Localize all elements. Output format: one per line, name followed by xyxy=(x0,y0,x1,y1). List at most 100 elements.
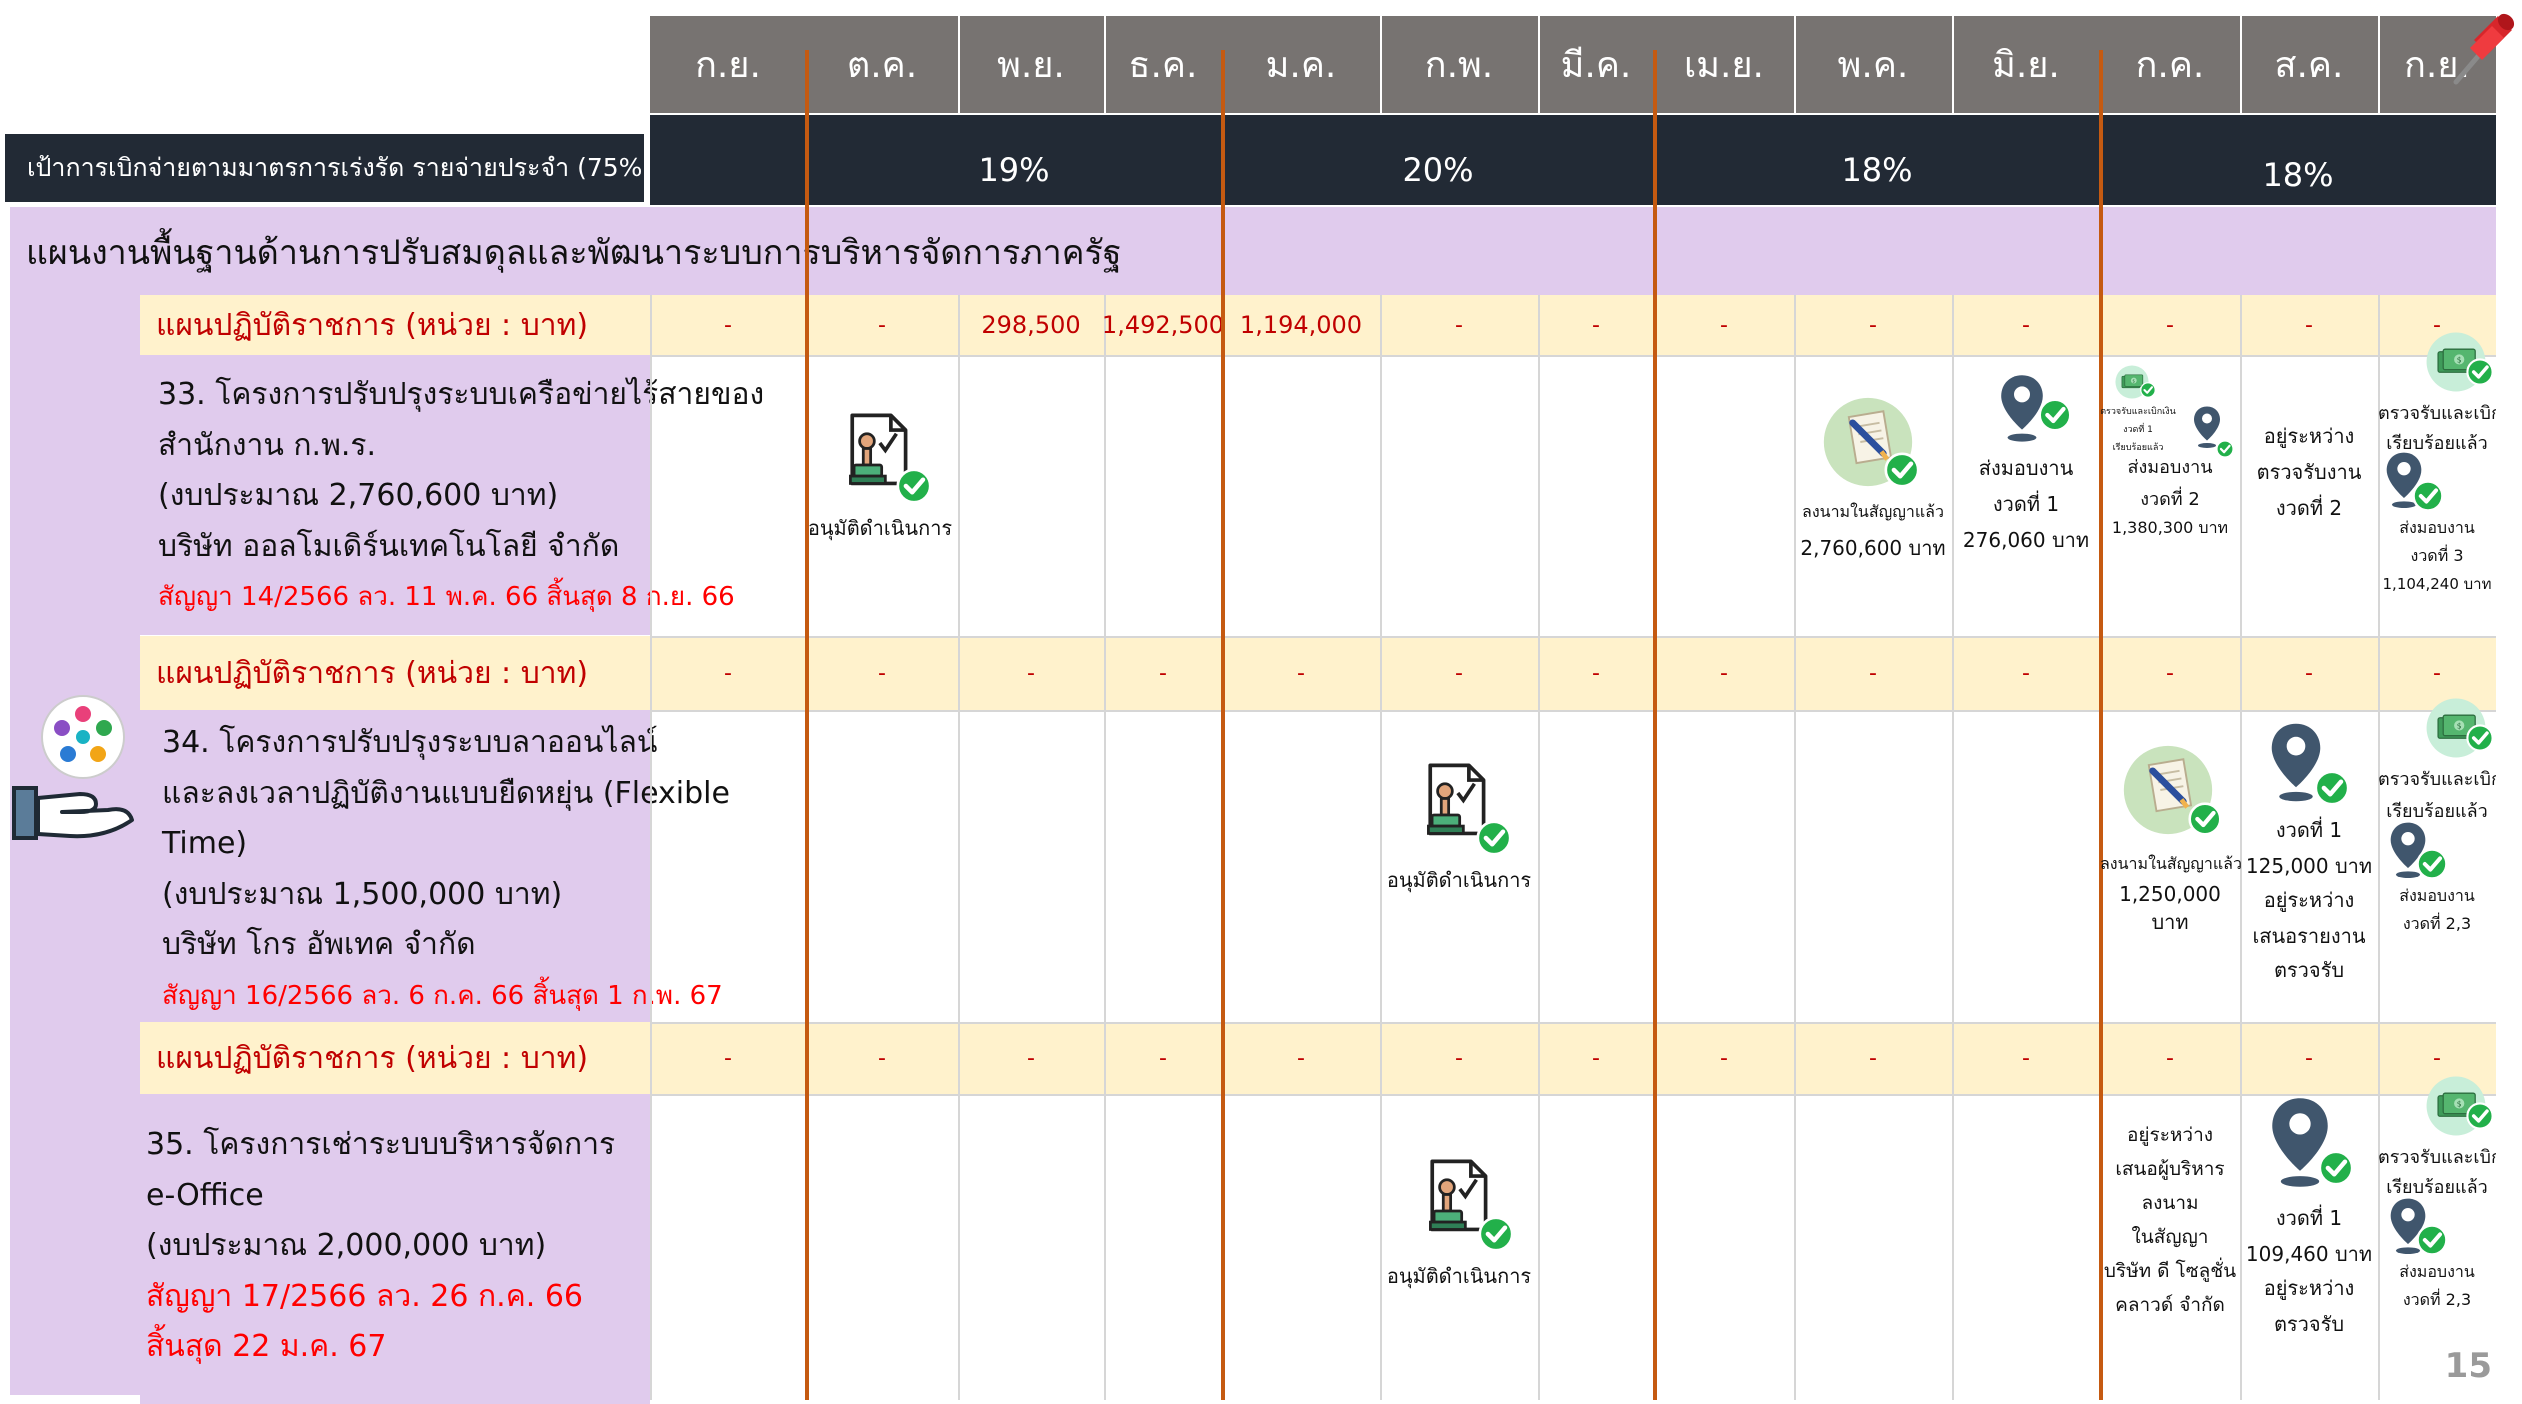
month-header-aug: ส.ค. xyxy=(2274,45,2344,86)
plan-value-cell: - xyxy=(1869,1045,1877,1071)
month-header-dec: ธ.ค. xyxy=(1128,45,1198,86)
plan-value-cell: - xyxy=(1592,1045,1600,1071)
plan-value-cell: 1,492,500 xyxy=(1101,311,1225,339)
p34-sign-b: 1,250,000 บาท xyxy=(2119,882,2221,934)
project-34-line5: บริษัท โกร อัพเทค จำกัด xyxy=(162,927,476,962)
plan-value-cell: - xyxy=(878,1045,886,1071)
plan-value-cell: - xyxy=(1159,660,1167,686)
project-35-line2: e-Office xyxy=(146,1177,264,1213)
project-34-line3: Time) xyxy=(162,826,248,861)
check-icon xyxy=(1478,1216,1514,1252)
plan-value-cell: - xyxy=(1592,660,1600,686)
p33-d1-b: งวดที่ 1 xyxy=(1992,492,2060,516)
p34-d-a: ส่งมอบงาน xyxy=(2399,886,2475,905)
plan-value-cell: - xyxy=(2166,660,2174,686)
hand-icon xyxy=(12,786,134,840)
project-33-contract: สัญญา 14/2566 ลว. 11 พ.ค. 66 สิ้นสุด 8 ก… xyxy=(158,582,735,612)
month-header-jun: มิ.ย. xyxy=(1992,45,2060,86)
plan-value-cell: - xyxy=(1027,1045,1035,1071)
project-35-line1: 35. โครงการเช่าระบบบริหารจัดการ xyxy=(146,1127,616,1162)
project-33-line3: (งบประมาณ 2,760,600 บาท) xyxy=(158,478,559,513)
plan-value-cell: - xyxy=(2022,312,2030,338)
check-icon xyxy=(2466,358,2494,386)
p35-jul-d: ในสัญญา xyxy=(2131,1226,2209,1248)
plan-value-cell: 298,500 xyxy=(981,311,1081,339)
project-34-line1: 34. โครงการปรับปรุงระบบลาออนไลน์ xyxy=(162,725,658,760)
p35-paid-a: ตรวจรับและเบิกเงิน xyxy=(2378,1147,2496,1168)
check-icon xyxy=(2318,1150,2354,1186)
check-icon xyxy=(2188,802,2222,836)
p33-insp-b: ตรวจรับงาน xyxy=(2256,460,2362,484)
month-header-feb: ก.พ. xyxy=(1424,45,1494,86)
quarter-line-q1 xyxy=(805,50,809,1400)
check-icon xyxy=(896,468,932,504)
quarter-line-q3 xyxy=(1653,50,1657,1400)
plan-row-2-label: แผนปฏิบัติราชการ (หน่วย : บาท) xyxy=(156,655,589,691)
p33-d1-c: 276,060 บาท xyxy=(1962,528,2090,552)
p34-aug-b: 125,000 บาท xyxy=(2245,854,2373,878)
plan-value-cell: - xyxy=(724,660,732,686)
section-title: แผนงานพื้นฐานด้านการปรับสมดุลและพัฒนาระบ… xyxy=(26,233,1122,273)
target-q1: 19% xyxy=(978,151,1050,189)
p34-aug-c: อยู่ระหว่าง xyxy=(2263,888,2355,912)
p35-jul-f: คลาวด์ จำกัด xyxy=(2115,1294,2225,1316)
p33-d3-a: ส่งมอบงาน xyxy=(2399,518,2475,537)
p33-paid-a: ตรวจรับและเบิกเงิน xyxy=(2378,403,2496,424)
check-icon xyxy=(2314,770,2350,806)
plan-value-cell: - xyxy=(724,312,732,338)
month-header-sep: ก.ย. xyxy=(695,45,761,86)
month-header-apr: เม.ย. xyxy=(1683,45,1764,86)
plan-value-cell: - xyxy=(2166,1045,2174,1071)
p34-d-b: งวดที่ 2,3 xyxy=(2402,914,2472,933)
check-icon xyxy=(2412,480,2444,512)
project-33-line1: 33. โครงการปรับปรุงระบบเครือข่ายไร้สายขอ… xyxy=(158,377,765,412)
plan-value-cell: - xyxy=(1720,1045,1728,1071)
quarter-line-q2 xyxy=(1221,50,1225,1400)
plan-value-cell: - xyxy=(1869,660,1877,686)
month-header-may: พ.ค. xyxy=(1837,45,1909,86)
p35-aug-b: 109,460 บาท xyxy=(2245,1242,2373,1266)
plan-value-cell: - xyxy=(1455,1045,1463,1071)
plan-value-cell: - xyxy=(2305,312,2313,338)
project-33-line2: สำนักงาน ก.พ.ร. xyxy=(158,427,377,463)
p33-paid-small-b: งวดที่ 1 xyxy=(2123,425,2153,435)
plan-value-cell: - xyxy=(878,312,886,338)
project-34-line2: และลงเวลาปฏิบัติงานแบบยืดหยุ่น (Flexible xyxy=(162,775,730,811)
plan-row-3-label: แผนปฏิบัติราชการ (หน่วย : บาท) xyxy=(156,1040,589,1076)
p34-sign-a: ลงนามในสัญญาแล้ว xyxy=(2100,854,2242,873)
p33-d1-a: ส่งมอบงาน xyxy=(1978,456,2074,480)
people-network-icon xyxy=(41,695,125,779)
p34-paid-a: ตรวจรับและเบิกเงิน xyxy=(2378,769,2496,790)
p33-d3-b: งวดที่ 3 xyxy=(2410,546,2464,565)
p33-sign-b: 2,760,600 บาท xyxy=(1800,536,1946,560)
plan-row-1-label: แผนปฏิบัติราชการ (หน่วย : บาท) xyxy=(156,307,589,343)
p35-aug-c: อยู่ระหว่าง xyxy=(2263,1276,2355,1300)
target-label: เป้าการเบิกจ่ายตามมาตรการเร่งรัด รายจ่าย… xyxy=(27,153,653,182)
p35-d-b: งวดที่ 2,3 xyxy=(2402,1290,2472,1309)
grid-column-line xyxy=(650,295,652,1400)
plan-value-cell: - xyxy=(2166,312,2174,338)
plan-value-cell: - xyxy=(2022,660,2030,686)
p34-aug-d: เสนอรายงาน xyxy=(2252,924,2366,948)
pushpin-icon xyxy=(2453,13,2515,85)
p35-jul-b: เสนอผู้บริหาร xyxy=(2115,1158,2225,1180)
unit-logo xyxy=(10,680,140,850)
check-icon xyxy=(2038,398,2072,432)
check-icon xyxy=(1884,452,1920,488)
p33-d2-a: ส่งมอบงาน xyxy=(2127,457,2213,478)
target-q3: 18% xyxy=(1841,151,1913,189)
p34-aug-a: งวดที่ 1 xyxy=(2275,818,2343,842)
project-34-text: 34. โครงการปรับปรุงระบบลาออนไลน์ และลงเว… xyxy=(162,718,730,1021)
grid-column-line xyxy=(1380,295,1382,1400)
p33-approve-text: อนุมัติดำเนินการ xyxy=(807,516,953,540)
p34-aug-e: ตรวจรับ xyxy=(2273,958,2345,982)
plan-value-cell: - xyxy=(1720,312,1728,338)
p34-approve-text: อนุมัติดำเนินการ xyxy=(1386,868,1532,892)
month-header-oct: ต.ค. xyxy=(846,45,918,86)
plan-value-cell: - xyxy=(1159,1045,1167,1071)
project-35-contract2: สิ้นสุด 22 ม.ค. 67 xyxy=(146,1329,387,1364)
plan-value-cell: - xyxy=(1455,660,1463,686)
p35-d-a: ส่งมอบงาน xyxy=(2399,1262,2475,1281)
target-label-box: เป้าการเบิกจ่ายตามมาตรการเร่งรัด รายจ่าย… xyxy=(5,134,652,202)
plan-value-cell: - xyxy=(1297,660,1305,686)
